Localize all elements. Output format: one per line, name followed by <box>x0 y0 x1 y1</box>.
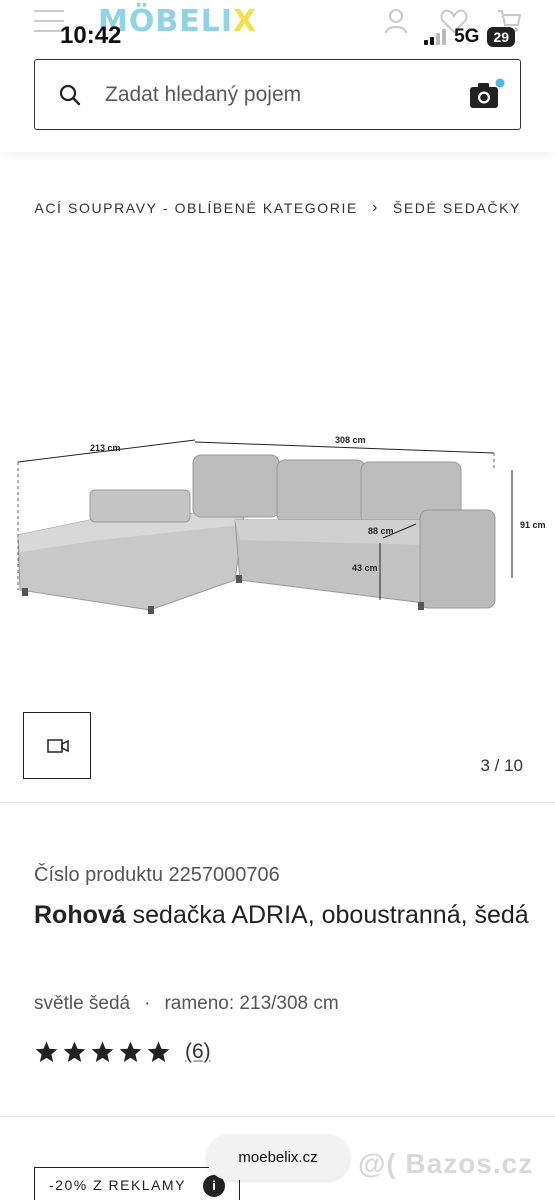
search-icon[interactable] <box>59 84 81 106</box>
product-number: Číslo produktu 2257000706 <box>34 864 280 886</box>
dimension-label-depth: 88 cm <box>368 526 394 536</box>
battery-level: 29 <box>487 27 515 47</box>
search-bar <box>34 59 521 130</box>
camera-search-icon[interactable] <box>468 78 506 112</box>
product-title: Rohová sedačka ADRIA, oboustranná, šedá <box>34 901 529 929</box>
status-time: 10:42 <box>60 22 122 49</box>
signal-icon <box>424 29 447 45</box>
star-icon <box>35 1041 58 1062</box>
image-counter: 3 / 10 <box>480 756 523 775</box>
site-logo[interactable]: MÖBELIX <box>98 4 257 39</box>
rating[interactable]: (6) <box>34 1040 211 1064</box>
chevron-right-icon: › <box>371 199 379 216</box>
star-icon <box>91 1041 114 1062</box>
dimension-label-main: 308 cm <box>335 435 366 445</box>
divider <box>0 1116 555 1117</box>
star-icon <box>147 1041 170 1062</box>
search-input[interactable] <box>105 78 435 112</box>
product-color: světle šedá <box>34 993 131 1014</box>
user-icon[interactable] <box>384 8 408 34</box>
watermark: @( Bazos.cz <box>358 1148 534 1179</box>
star-icon <box>63 1041 86 1062</box>
rating-stars <box>34 1040 171 1064</box>
dimension-label-seat: 43 cm <box>352 563 378 573</box>
video-camera-icon <box>47 739 69 753</box>
product-arm-size: rameno: 213/308 cm <box>164 993 339 1014</box>
divider <box>0 802 555 803</box>
dimension-label-left: 213 cm <box>90 443 121 453</box>
product-attributes: světle šedá · rameno: 213/308 cm <box>34 993 339 1015</box>
promo-label: -20% Z REKLAMY <box>49 1177 186 1193</box>
site-header: MÖBELIX 10:42 5G 29 <box>0 0 555 152</box>
promo-badge[interactable]: -20% Z REKLAMY i <box>34 1167 240 1200</box>
status-indicators: 5G 29 <box>424 26 515 48</box>
browser-url-bar[interactable]: moebelix.cz <box>207 1135 349 1180</box>
breadcrumb-item-sofas[interactable]: ACÍ SOUPRAVY - OBLÍBENÉ KATEGORIE <box>34 200 358 216</box>
network-type: 5G <box>454 26 480 47</box>
product-image-corner-sofa[interactable]: 213 cm 308 cm 91 cm 88 cm 43 cm <box>0 420 555 630</box>
video-button[interactable] <box>23 712 91 779</box>
dimension-label-height: 91 cm <box>520 520 546 530</box>
star-icon <box>119 1041 142 1062</box>
breadcrumb-item-grey-sofas[interactable]: ŠEDÉ SEDAČKY <box>393 200 521 216</box>
attribute-separator: · <box>144 993 151 1014</box>
review-count[interactable]: (6) <box>185 1040 211 1064</box>
breadcrumb: ACÍ SOUPRAVY - OBLÍBENÉ KATEGORIE › ŠEDÉ… <box>0 197 555 219</box>
